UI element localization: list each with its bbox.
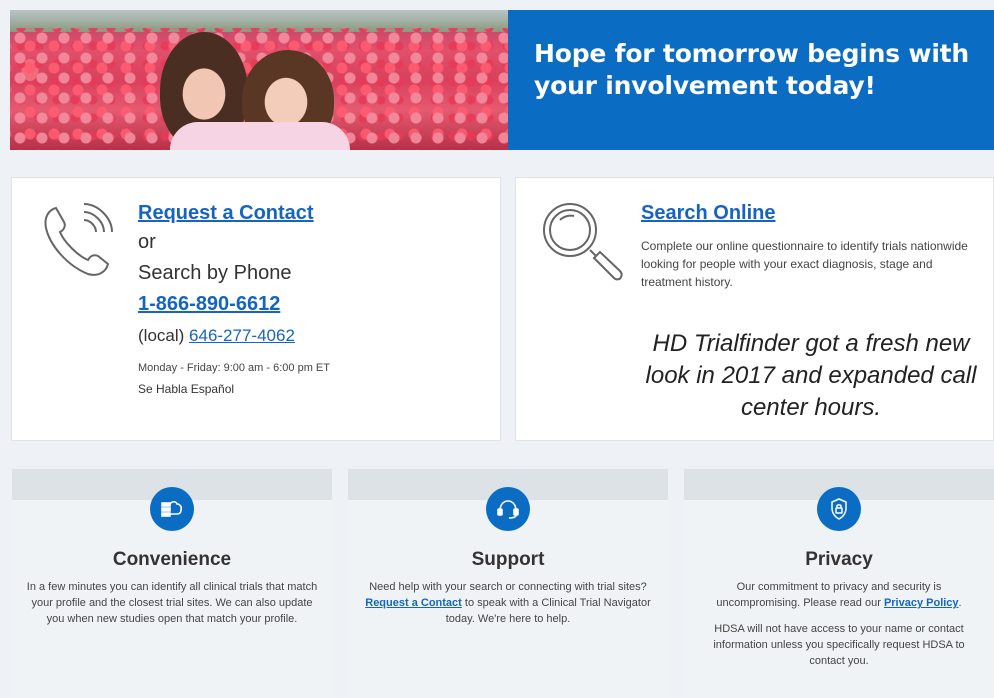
support-request-contact-link[interactable]: Request a Contact — [365, 597, 462, 609]
privacy-body: Our commitment to privacy and security i… — [684, 579, 994, 611]
search-card: Search Online Complete our online questi… — [515, 177, 994, 441]
spanish-note: Se Habla Español — [138, 382, 235, 396]
or-text: or — [138, 231, 156, 253]
privacy-title: Privacy — [805, 549, 873, 570]
hero-headline-panel: Hope for tomorrow begins with your invol… — [508, 10, 994, 150]
request-contact-link[interactable]: Request a Contact — [138, 202, 314, 224]
convenience-title: Convenience — [112, 549, 232, 570]
toll-free-phone-link[interactable]: 1-866-890-6612 — [138, 293, 280, 316]
search-description: Complete our online questionnaire to ide… — [641, 239, 968, 289]
feature-convenience: Convenience In a few minutes you can ide… — [12, 469, 332, 698]
search-online-link[interactable]: Search Online — [641, 202, 776, 224]
feature-support: Support Need help with your search or co… — [348, 469, 668, 698]
call-center-hours: Monday - Friday: 9:00 am - 6:00 pm ET — [138, 362, 330, 374]
local-label: (local) — [138, 326, 185, 345]
hero-headline: Hope for tomorrow begins with your invol… — [534, 39, 970, 100]
search-by-phone-label: Search by Phone — [138, 262, 292, 284]
convenience-body: In a few minutes you can identify all cl… — [26, 581, 318, 625]
privacy-body-period: . — [958, 597, 962, 609]
privacy-policy-link[interactable]: Privacy Policy — [884, 597, 959, 609]
promo-note: HD Trialfinder got a fresh new look in 2… — [645, 330, 977, 421]
phone-icon — [44, 203, 113, 276]
privacy-body-2: HDSA will not have access to your name o… — [713, 623, 965, 667]
support-body: Need help with your search or connecting… — [348, 579, 668, 627]
headset-icon — [486, 487, 530, 531]
support-body-text-end: to speak with a Clinical Trial Navigator… — [445, 597, 651, 625]
shield-lock-icon — [817, 487, 861, 531]
contact-card: Request a Contact or Search by Phone 1-8… — [11, 177, 501, 441]
magnifier-icon — [543, 203, 623, 281]
feature-privacy: Privacy Our commitment to privacy and se… — [684, 469, 994, 698]
hero-banner: Hope for tomorrow begins with your invol… — [10, 10, 994, 150]
local-phone-link[interactable]: 646-277-4062 — [189, 326, 295, 345]
support-title: Support — [471, 549, 545, 570]
local-phone-row: (local) 646-277-4062 — [138, 326, 330, 346]
hero-photo-tulip-field — [10, 10, 508, 150]
cloud-database-icon — [150, 487, 194, 531]
support-body-text: Need help with your search or connecting… — [369, 581, 647, 593]
